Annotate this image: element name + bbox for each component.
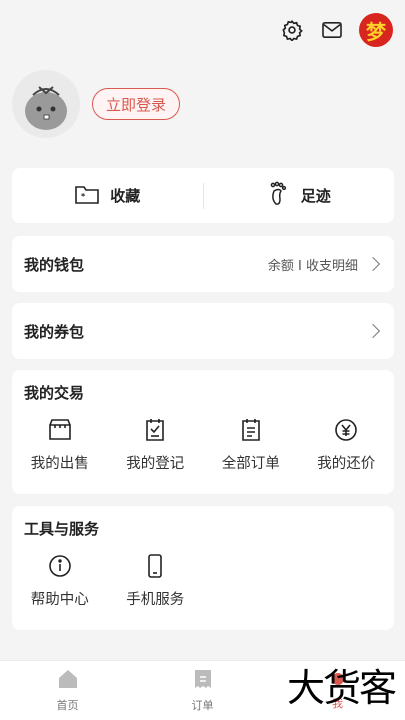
coupon-right	[365, 323, 382, 339]
favorites-card: * 收藏 足迹	[12, 168, 394, 223]
watermark: 大货客	[286, 666, 397, 710]
trade-section: 我的交易 我的出售 我的登记 全部订单 我的还价	[12, 370, 394, 494]
brand-avatar-char: 梦	[366, 19, 386, 44]
collect-button[interactable]: * 收藏	[12, 183, 203, 209]
footprint-label: 足迹	[300, 187, 331, 205]
mail-icon[interactable]	[319, 17, 345, 43]
tools-section: 工具与服务 帮助中心 手机服务	[12, 506, 394, 630]
orders-icon	[237, 416, 265, 444]
tools-grid: 帮助中心 手机服务	[12, 552, 394, 609]
tab-orders[interactable]: 订单	[135, 661, 270, 720]
trade-item-label: 全部订单	[221, 456, 280, 472]
tools-item-label: 帮助中心	[30, 592, 89, 608]
tab-home[interactable]: 首页	[0, 661, 135, 720]
yen-icon	[332, 416, 360, 444]
trade-item-label: 我的登记	[126, 456, 185, 472]
gear-icon[interactable]	[279, 17, 305, 43]
brand-avatar[interactable]: 梦	[359, 13, 393, 47]
help-center-button[interactable]: 帮助中心	[12, 552, 108, 609]
phone-icon	[141, 552, 169, 580]
bottom-tab-bar: 首页 订单 我 大货客	[0, 660, 405, 720]
folder-icon: *	[74, 183, 100, 209]
profile-section: 立即登录	[12, 70, 181, 138]
tools-title: 工具与服务	[24, 520, 100, 538]
footprint-button[interactable]: 足迹	[204, 181, 395, 211]
tools-item-label: 手机服务	[126, 592, 185, 608]
wallet-detail: 余额 I 收支明细	[267, 258, 358, 274]
coupon-title: 我的券包	[24, 322, 85, 341]
top-bar: 梦	[279, 10, 393, 50]
collect-label: 收藏	[110, 187, 141, 205]
trade-item-label: 我的出售	[30, 456, 89, 472]
svg-text:*: *	[81, 192, 86, 201]
home-icon	[57, 668, 79, 693]
wallet-title: 我的钱包	[24, 255, 85, 274]
my-register-button[interactable]: 我的登记	[108, 416, 204, 473]
chevron-right-icon	[365, 256, 381, 272]
wallet-detail-link[interactable]: 余额 I 收支明细	[268, 255, 382, 274]
phone-service-button[interactable]: 手机服务	[108, 552, 204, 609]
tab-label: 订单	[191, 699, 214, 712]
my-counteroffer-button[interactable]: 我的还价	[299, 416, 395, 473]
chevron-right-icon	[365, 323, 381, 339]
trade-item-label: 我的还价	[317, 456, 376, 472]
footprint-icon	[267, 181, 291, 211]
order-icon	[193, 668, 213, 693]
my-sales-button[interactable]: 我的出售	[12, 416, 108, 473]
trade-title: 我的交易	[24, 384, 85, 402]
all-orders-button[interactable]: 全部订单	[203, 416, 299, 473]
user-avatar[interactable]	[12, 70, 80, 138]
trade-grid: 我的出售 我的登记 全部订单 我的还价	[12, 416, 394, 473]
wallet-row[interactable]: 我的钱包 余额 I 收支明细	[12, 236, 394, 292]
login-button[interactable]: 立即登录	[92, 88, 181, 120]
shop-icon	[46, 416, 74, 444]
register-icon	[141, 416, 169, 444]
coupon-row[interactable]: 我的券包	[12, 303, 394, 359]
info-icon	[46, 552, 74, 580]
tab-label: 首页	[56, 699, 79, 712]
